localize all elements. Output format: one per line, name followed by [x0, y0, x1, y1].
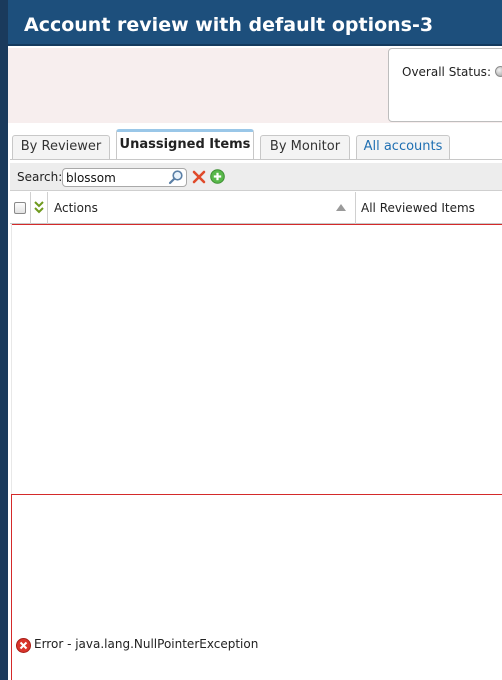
search-toolbar: Search:: [10, 163, 502, 191]
expand-all-icon[interactable]: [34, 200, 44, 214]
grid-header: Actions All Reviewed Items: [10, 192, 502, 224]
column-all-reviewed-items[interactable]: All Reviewed Items: [356, 192, 502, 224]
error-icon: [16, 638, 31, 653]
title-bar: Account review with default options-3: [8, 0, 502, 46]
grid-body-border: [11, 224, 502, 225]
error-message: Error - java.lang.NullPointerException: [34, 637, 259, 651]
main-panel: By Reviewer Unassigned Items By Monitor …: [8, 123, 502, 680]
window-left-edge: [0, 0, 8, 680]
select-all-column: [10, 192, 31, 224]
column-actions[interactable]: Actions: [48, 192, 356, 224]
error-panel: Error - java.lang.NullPointerException: [11, 494, 502, 680]
tab-unassigned-items[interactable]: Unassigned Items: [116, 129, 254, 160]
tab-divider: [10, 159, 502, 160]
column-actions-label: Actions: [54, 201, 98, 215]
window-title: Account review with default options-3: [24, 14, 434, 36]
sort-ascending-icon[interactable]: [336, 204, 346, 211]
status-indicator-icon: [495, 66, 502, 77]
select-all-checkbox[interactable]: [14, 202, 26, 214]
tab-all-accounts[interactable]: All accounts: [356, 135, 450, 159]
clear-search-icon[interactable]: [192, 170, 206, 184]
add-filter-icon[interactable]: [210, 169, 225, 184]
search-icon[interactable]: [168, 169, 184, 185]
tab-by-monitor[interactable]: By Monitor: [260, 135, 350, 159]
tab-bar: By Reviewer Unassigned Items By Monitor …: [10, 129, 502, 160]
expand-column: [31, 192, 48, 224]
search-label: Search:: [17, 170, 63, 184]
overall-status-label: Overall Status:: [402, 65, 491, 79]
tab-by-reviewer[interactable]: By Reviewer: [12, 135, 110, 159]
column-all-reviewed-items-label: All Reviewed Items: [361, 201, 475, 215]
overall-status-panel: Overall Status:: [388, 48, 502, 122]
